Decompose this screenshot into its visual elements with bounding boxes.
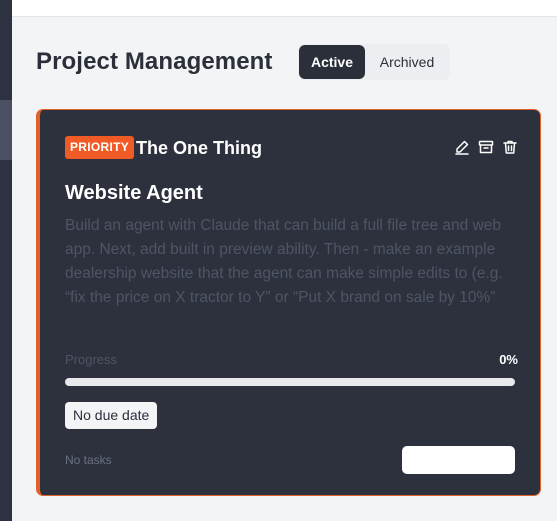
page-title: Project Management [36,48,273,75]
project-card[interactable]: PRIORITY The One Thing Website Agent Bui… [36,109,541,496]
project-description: Build an agent with Claude that can buil… [65,217,503,306]
project-title: Website Agent [65,182,203,204]
add-task-button[interactable] [402,446,515,474]
pencil-icon[interactable] [454,139,470,155]
status-tabs: Active Archived [298,44,450,80]
top-bar [12,0,557,17]
priority-badge: PRIORITY [65,136,135,159]
tab-active[interactable]: Active [299,45,365,79]
sidebar-active-indicator[interactable] [0,100,12,160]
project-group-title: The One Thing [136,138,262,158]
archive-icon[interactable] [478,139,494,155]
tasks-status: No tasks [65,453,112,467]
progress-label: Progress [65,352,118,367]
progress-percent: 0% [499,352,518,367]
due-date-chip[interactable]: No due date [65,402,158,429]
card-actions [454,139,518,157]
trash-icon[interactable] [502,139,518,155]
page: Project Management Active Archived PRIOR… [0,0,557,521]
progress-bar [65,378,515,386]
left-sidebar [0,0,12,521]
tab-archived[interactable]: Archived [370,45,444,79]
